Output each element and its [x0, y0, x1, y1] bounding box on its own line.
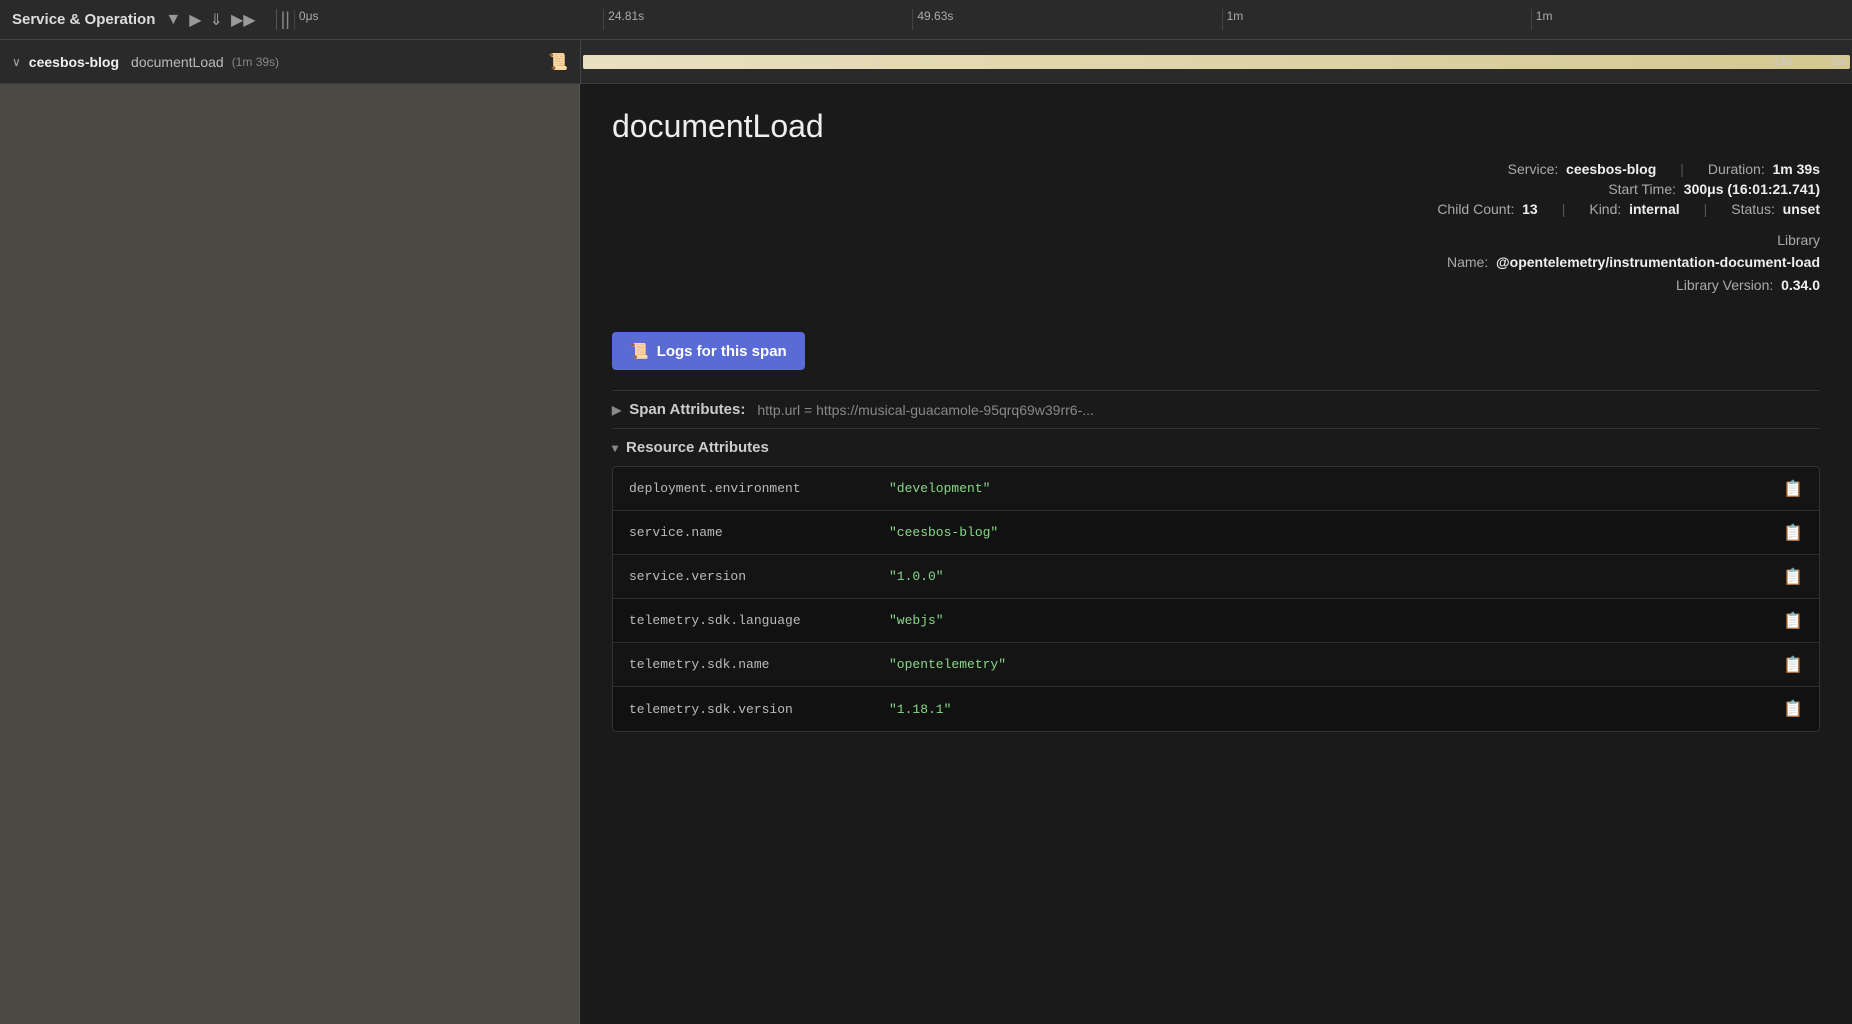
span-operation: documentLoad	[131, 54, 224, 70]
library-version: Library Version: 0.34.0	[1447, 274, 1820, 296]
library-version-value: 0.34.0	[1781, 277, 1820, 293]
resource-attributes-title: Resource Attributes	[626, 439, 769, 456]
table-row: service.name "ceesbos-blog" 📋	[613, 511, 1819, 555]
duration-label: Duration: 1m 39s	[1708, 161, 1820, 177]
copy-icon[interactable]: 📋	[1767, 513, 1819, 553]
span-row: ∨ ceesbos-blog documentLoad (1m 39s) 📜 1…	[0, 40, 1852, 84]
attr-key: service.version	[613, 559, 873, 594]
span-bar-label-39s: 39s	[1830, 56, 1848, 68]
span-log-icon[interactable]: 📜	[548, 52, 568, 72]
timeline-tick-2: 49.63s	[912, 9, 1221, 30]
table-row: service.version "1.0.0" 📋	[613, 555, 1819, 599]
attr-key: telemetry.sdk.version	[613, 692, 873, 727]
attr-value: "webjs"	[873, 603, 1767, 638]
attr-key: service.name	[613, 515, 873, 550]
next-icon[interactable]: ▶	[189, 10, 201, 30]
span-label-area: ∨ ceesbos-blog documentLoad (1m 39s) 📜	[0, 52, 580, 72]
meta-divider-3: |	[1704, 201, 1708, 217]
span-attributes-preview: http.url = https://musical-guacamole-95q…	[757, 402, 1094, 418]
status: Status: unset	[1731, 201, 1820, 217]
logs-button-label: Logs for this span	[657, 343, 787, 360]
attr-value: "development"	[873, 471, 1767, 506]
table-row: telemetry.sdk.name "opentelemetry" 📋	[613, 643, 1819, 687]
duration-value: 1m 39s	[1773, 161, 1820, 177]
header-controls: ▼ ▶ ⇓ ▶▶	[165, 10, 255, 30]
child-count-value: 13	[1522, 201, 1538, 217]
start-time-value: 300μs (16:01:21.741)	[1684, 181, 1820, 197]
resource-attributes-chevron: ▾	[612, 441, 618, 455]
table-row: telemetry.sdk.version "1.18.1" 📋	[613, 687, 1819, 731]
meta-child-kind-status: Child Count: 13 | Kind: internal | Statu…	[1437, 201, 1820, 217]
attr-value: "ceesbos-blog"	[873, 515, 1767, 550]
meta-divider-2: |	[1562, 201, 1566, 217]
service-label: Service: ceesbos-blog	[1508, 161, 1657, 177]
timeline-tick-1: 24.81s	[603, 9, 912, 30]
table-row: telemetry.sdk.language "webjs" 📋	[613, 599, 1819, 643]
span-collapse-chevron[interactable]: ∨	[12, 55, 21, 69]
meta-service-duration: Service: ceesbos-blog | Duration: 1m 39s	[1508, 161, 1820, 177]
table-row: deployment.environment "development" 📋	[613, 467, 1819, 511]
status-value: unset	[1783, 201, 1820, 217]
left-panel	[0, 84, 580, 1024]
meta-grid: Service: ceesbos-blog | Duration: 1m 39s…	[612, 161, 1820, 296]
meta-start-time: Start Time: 300μs (16:01:21.741)	[1608, 181, 1820, 197]
span-title: documentLoad	[612, 108, 1820, 145]
span-attributes-section-header[interactable]: ▶ Span Attributes: http.url = https://mu…	[612, 390, 1820, 428]
dropdown-icon[interactable]: ▼	[165, 11, 181, 29]
timeline-tick-0: 0μs	[294, 9, 603, 30]
fast-forward-icon[interactable]: ▶▶	[231, 10, 256, 30]
library-name: Name: @opentelemetry/instrumentation-doc…	[1447, 251, 1820, 273]
attr-value: "opentelemetry"	[873, 647, 1767, 682]
copy-icon[interactable]: 📋	[1767, 601, 1819, 641]
header-title: Service & Operation	[12, 11, 155, 28]
copy-icon[interactable]: 📋	[1767, 645, 1819, 685]
jump-down-icon[interactable]: ⇓	[210, 10, 223, 30]
right-panel: documentLoad Service: ceesbos-blog | Dur…	[580, 84, 1852, 1024]
copy-icon[interactable]: 📋	[1767, 689, 1819, 729]
service-value: ceesbos-blog	[1566, 161, 1656, 177]
span-attributes-chevron: ▶	[612, 403, 621, 417]
span-attributes-title: Span Attributes:	[629, 401, 745, 418]
resource-attributes-table: deployment.environment "development" 📋 s…	[612, 466, 1820, 732]
span-bar-label-14s: 14s	[1774, 56, 1792, 68]
span-bar	[583, 55, 1850, 69]
main-layout: documentLoad Service: ceesbos-blog | Dur…	[0, 84, 1852, 1024]
meta-divider-1: |	[1680, 161, 1684, 177]
copy-icon[interactable]: 📋	[1767, 557, 1819, 597]
timeline-tick-4: 1m	[1531, 9, 1840, 30]
library-name-value: @opentelemetry/instrumentation-document-…	[1496, 254, 1820, 270]
timeline-tick-3: 1m	[1222, 9, 1531, 30]
attr-key: deployment.environment	[613, 471, 873, 506]
span-service[interactable]: ceesbos-blog	[29, 54, 119, 70]
attr-key: telemetry.sdk.name	[613, 647, 873, 682]
span-bar-area: 14s 39s	[580, 40, 1852, 83]
kind: Kind: internal	[1589, 201, 1679, 217]
child-count: Child Count: 13	[1437, 201, 1537, 217]
copy-icon[interactable]: 📋	[1767, 469, 1819, 509]
resource-attributes-section-header[interactable]: ▾ Resource Attributes	[612, 428, 1820, 466]
library-label: Library	[1447, 229, 1820, 251]
timeline-header: || 0μs 24.81s 49.63s 1m 1m	[276, 9, 1840, 30]
library-section: Library Name: @opentelemetry/instrumenta…	[1447, 229, 1820, 296]
attr-value: "1.18.1"	[873, 692, 1767, 727]
pause-icon[interactable]: ||	[281, 9, 290, 30]
attr-value: "1.0.0"	[873, 559, 1767, 594]
logs-for-span-button[interactable]: 📜 Logs for this span	[612, 332, 805, 370]
attr-key: telemetry.sdk.language	[613, 603, 873, 638]
header-bar: Service & Operation ▼ ▶ ⇓ ▶▶ || 0μs 24.8…	[0, 0, 1852, 40]
kind-value: internal	[1629, 201, 1680, 217]
logs-button-icon: 📜	[630, 342, 649, 360]
span-duration: (1m 39s)	[232, 55, 279, 69]
